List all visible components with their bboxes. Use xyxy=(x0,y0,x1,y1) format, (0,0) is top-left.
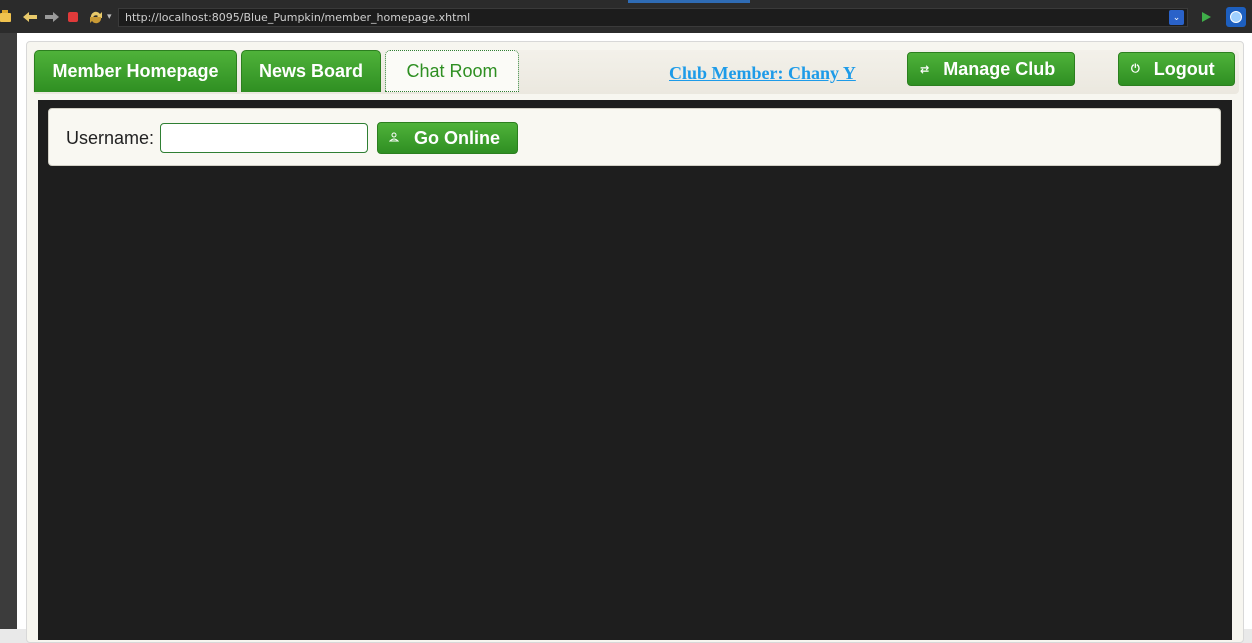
username-label: Username: xyxy=(66,128,155,148)
browser-toolbar: ▾ http://localhost:8095/Blue_Pumpkin/mem… xyxy=(0,0,1252,33)
tab-chat-room[interactable]: Chat Room xyxy=(385,50,519,92)
tab-member-homepage[interactable]: Member Homepage xyxy=(34,50,237,92)
go-online-button[interactable]: Go Online xyxy=(377,122,518,154)
folder-icon[interactable] xyxy=(0,10,11,26)
active-tab-indicator xyxy=(628,0,750,3)
tab-bar: Member Homepage News Board Chat Room Clu… xyxy=(33,50,1239,94)
logout-button[interactable]: ⏻ Logout xyxy=(1118,52,1235,86)
address-bar[interactable]: http://localhost:8095/Blue_Pumpkin/membe… xyxy=(118,8,1188,27)
club-member-link[interactable]: Club Member: Chany Y xyxy=(669,63,856,84)
chevron-down-icon[interactable]: ⌄ xyxy=(1169,10,1184,25)
go-online-form: Username: Go Online xyxy=(48,108,1221,166)
back-icon[interactable] xyxy=(22,9,38,25)
power-icon: ⏻ xyxy=(1131,62,1140,75)
logout-label: Logout xyxy=(1153,58,1215,79)
manage-club-button[interactable]: ⇄ Manage Club xyxy=(907,52,1075,86)
side-gutter xyxy=(0,33,17,629)
forward-icon[interactable] xyxy=(44,9,60,25)
chat-room-area: Username: Go Online xyxy=(38,100,1232,640)
go-icon[interactable] xyxy=(1200,10,1216,26)
web-page: Member Homepage News Board Chat Room Clu… xyxy=(17,33,1252,643)
stop-icon[interactable] xyxy=(68,12,78,22)
refresh-icon[interactable] xyxy=(88,9,104,25)
manage-club-label: Manage Club xyxy=(943,58,1056,79)
tab-label: Chat Room xyxy=(406,60,498,81)
tab-news-board[interactable]: News Board xyxy=(241,50,381,92)
tab-label: News Board xyxy=(258,61,364,81)
main-panel: Member Homepage News Board Chat Room Clu… xyxy=(26,41,1244,643)
username-input[interactable] xyxy=(160,123,368,153)
tab-label: Member Homepage xyxy=(52,61,219,81)
user-icon xyxy=(388,132,400,145)
swap-icon: ⇄ xyxy=(920,62,930,76)
go-online-label: Go Online xyxy=(414,127,501,148)
url-text: http://localhost:8095/Blue_Pumpkin/membe… xyxy=(125,11,471,24)
extension-icon[interactable] xyxy=(1226,7,1246,27)
